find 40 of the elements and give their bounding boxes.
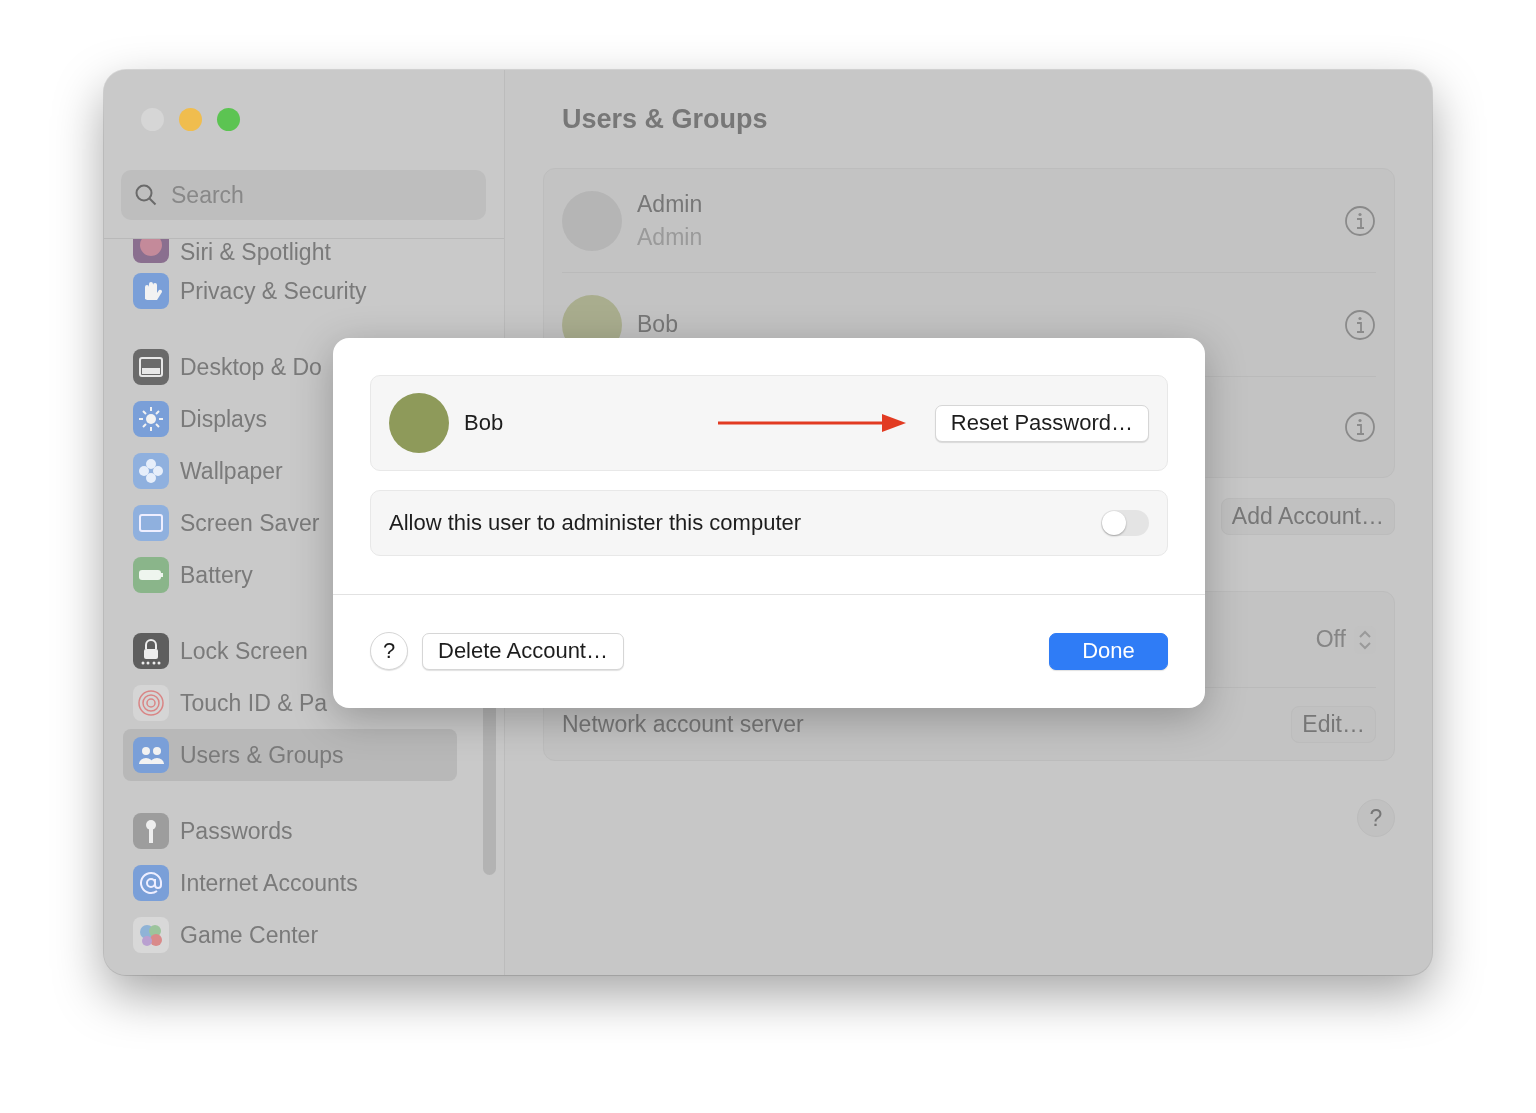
popup-button[interactable]: Off	[1315, 625, 1376, 654]
sun-icon	[133, 401, 169, 437]
bubbles-icon	[133, 917, 169, 953]
edit-button[interactable]: Edit…	[1291, 705, 1376, 743]
sidebar-item[interactable]: Siri & Spotlight	[123, 239, 457, 265]
reset-password-button[interactable]: Reset Password…	[934, 404, 1149, 442]
info-icon[interactable]	[1344, 411, 1376, 443]
fingerprint-icon	[133, 685, 169, 721]
help-button[interactable]: ?	[370, 632, 408, 670]
setting-label: Network account server	[562, 710, 804, 738]
battery-icon	[133, 557, 169, 593]
pane-title: Users & Groups	[562, 103, 769, 136]
flower-icon	[133, 453, 169, 489]
help-button[interactable]: ?	[1357, 799, 1395, 837]
sidebar-item[interactable]: Privacy & Security	[123, 265, 457, 317]
sidebar-item[interactable]: Game Center	[123, 909, 457, 961]
info-icon[interactable]	[1344, 308, 1376, 341]
key-icon	[133, 813, 169, 849]
user-name: Bob	[464, 410, 504, 435]
user-name: Admin	[637, 190, 704, 218]
hand-icon	[133, 273, 169, 309]
lock-icon	[133, 633, 169, 669]
at-sign-icon	[133, 865, 169, 901]
delete-account-button[interactable]: Delete Account…	[422, 632, 624, 670]
zoom-button[interactable]	[217, 108, 240, 131]
done-button[interactable]: Done	[1049, 632, 1168, 670]
user-name: Bob	[637, 311, 679, 338]
monitor-icon	[133, 349, 169, 385]
info-icon[interactable]	[1344, 204, 1376, 237]
sidebar-item[interactable]: Users & Groups	[123, 729, 457, 781]
search-icon	[134, 183, 158, 207]
add-account-button[interactable]: Add Account…	[1220, 498, 1395, 535]
toggle-switch[interactable]	[1101, 510, 1149, 536]
people-icon	[133, 737, 169, 773]
sidebar-item[interactable]: Passwords	[123, 805, 457, 857]
photo-placeholder	[389, 393, 449, 453]
minimize-button[interactable]	[179, 108, 202, 131]
sidebar-item[interactable]: Internet Accounts	[123, 857, 457, 909]
toggle-label: Allow this user to administer this computer	[389, 510, 802, 536]
screen-icon	[133, 505, 169, 541]
